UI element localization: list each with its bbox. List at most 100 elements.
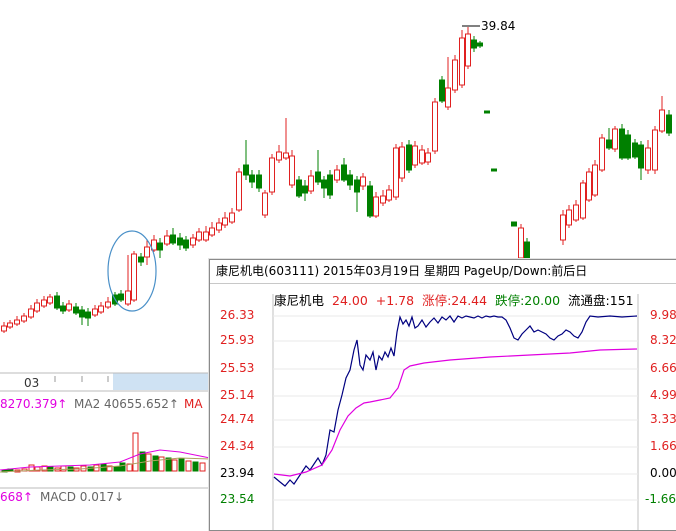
candle-body <box>276 151 282 161</box>
quote-info-row: 康尼机电 24.00 +1.78 涨停:24.44 跌停:20.00 流通盘:1… <box>274 290 638 309</box>
candle-body <box>580 182 586 219</box>
price-change: +1.78 <box>375 293 415 308</box>
candle-body <box>386 189 392 201</box>
scrollbar-thumb <box>113 373 213 390</box>
volume-bar <box>192 461 199 472</box>
candle-body <box>652 129 658 171</box>
candle-body <box>41 299 47 307</box>
candle-body <box>249 174 255 183</box>
candle-body <box>125 290 131 305</box>
candle-body <box>566 209 572 226</box>
volume-bar <box>132 432 139 472</box>
intraday-popup[interactable]: 康尼机电(603111) 2015年03月19日 星期四 PageUp/Down… <box>209 259 676 531</box>
candle-body <box>412 145 418 166</box>
candle-body <box>432 101 438 152</box>
volume-bar <box>119 462 126 472</box>
volume-bar <box>60 465 67 472</box>
candle-body <box>236 171 242 211</box>
candle-body <box>367 185 373 217</box>
candle-body <box>393 147 399 198</box>
percent-axis-label: 8.32 <box>650 333 676 347</box>
candle-body <box>625 134 631 159</box>
candle-body <box>360 176 366 187</box>
candle-body <box>164 235 170 245</box>
limit-up-price: 涨停:24.44 <box>422 293 488 308</box>
candle-body <box>599 137 605 171</box>
price-axis-label: 25.14 <box>220 388 255 402</box>
popup-title: 康尼机电(603111) 2015年03月19日 星期四 PageUp/Down… <box>210 260 676 284</box>
limit-down-price: 跌停:20.00 <box>495 293 561 308</box>
percent-axis-label: 6.66 <box>650 361 676 375</box>
percent-axis-label: 1.66 <box>650 439 676 453</box>
candle-body <box>419 149 425 164</box>
candle-body <box>511 221 517 227</box>
percent-axis-label: 3.33 <box>650 412 676 426</box>
candle-body <box>118 293 124 301</box>
candle-body <box>439 79 445 102</box>
candle-body <box>7 322 13 328</box>
candle-body <box>157 242 163 251</box>
stock-name: 康尼机电 <box>274 293 325 308</box>
candle-body <box>465 33 471 67</box>
candle-body <box>518 227 524 259</box>
ma2-value: MA2 40655.652↑ <box>74 397 179 411</box>
macd-value: MACD 0.017↓ <box>40 490 125 504</box>
volume-bar <box>199 462 206 472</box>
candle-body <box>183 239 189 249</box>
volume-bar <box>113 466 120 472</box>
percent-axis-label: 4.99 <box>650 388 676 402</box>
candle-body <box>14 319 20 325</box>
candle-body <box>256 174 262 189</box>
candle-body <box>283 152 289 159</box>
volume-bar <box>145 453 152 472</box>
average-price-line <box>273 348 638 477</box>
price-axis-label: 24.74 <box>220 412 255 426</box>
candle-body <box>92 308 98 316</box>
candle-body <box>1 325 7 332</box>
candle-body <box>459 37 465 86</box>
candle-body <box>105 301 111 308</box>
candle-body <box>269 157 275 193</box>
ma3-value-cut: MA <box>184 397 203 411</box>
price-axis-label: 25.53 <box>220 361 255 375</box>
volume-bar <box>158 456 165 472</box>
candle-body <box>334 169 340 181</box>
candle-body <box>222 217 228 226</box>
candle-body <box>452 59 458 91</box>
candle-body <box>79 309 85 318</box>
volume-bar <box>152 455 159 472</box>
candle-body <box>321 179 327 189</box>
candle-body <box>315 171 321 183</box>
candle-body <box>399 146 405 179</box>
candle-body <box>491 168 497 172</box>
candle-body <box>586 171 592 201</box>
current-price: 24.00 <box>332 293 368 308</box>
volume-bar <box>185 460 192 472</box>
price-axis-label: 23.94 <box>220 466 255 480</box>
candle-body <box>477 42 483 47</box>
date-axis-label: 03 <box>24 376 40 390</box>
candle-body <box>373 196 379 217</box>
percent-axis-label: 9.98 <box>650 308 676 322</box>
candle-body <box>341 164 347 181</box>
candle-body <box>632 142 638 158</box>
percent-axis-label: 0.00 <box>650 466 676 480</box>
candle-body <box>406 144 412 171</box>
volume-bar <box>178 458 185 472</box>
candle-body <box>606 139 612 149</box>
candle-body <box>471 39 477 49</box>
candle-body <box>243 164 249 176</box>
candle-body <box>354 179 360 193</box>
peak-price-label: 39.84 <box>481 19 516 33</box>
candle-body <box>60 305 66 312</box>
candle-body <box>612 128 618 150</box>
candle-body <box>560 214 566 241</box>
candle-body <box>327 174 333 196</box>
candle-body <box>229 212 235 223</box>
price-axis-label: 23.54 <box>220 492 255 506</box>
candle-body <box>196 231 202 241</box>
candle-body <box>645 147 651 171</box>
candle-body <box>21 315 27 322</box>
price-axis-label: 24.34 <box>220 439 255 453</box>
candle-body <box>177 237 183 246</box>
